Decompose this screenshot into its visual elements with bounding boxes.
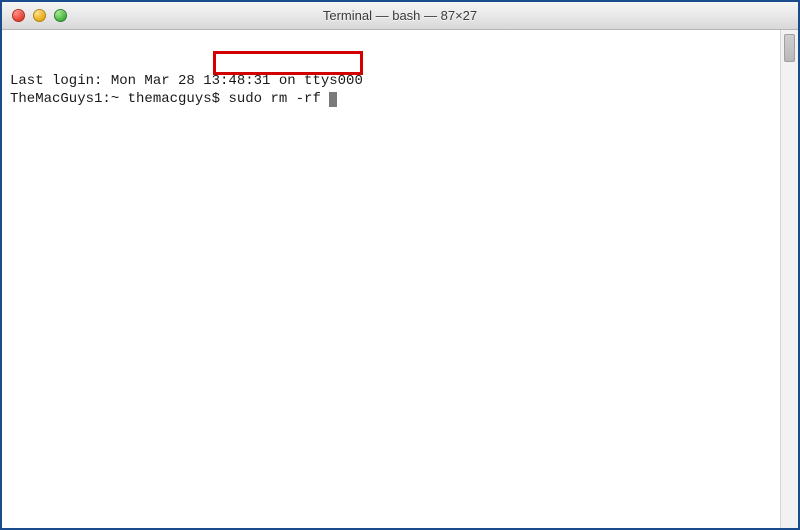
terminal-body[interactable]: Last login: Mon Mar 28 13:48:31 on ttys0… bbox=[2, 30, 780, 528]
terminal-prompt: TheMacGuys1:~ themacguys$ bbox=[10, 91, 228, 107]
close-icon[interactable] bbox=[12, 9, 25, 22]
traffic-lights bbox=[12, 9, 67, 22]
zoom-icon[interactable] bbox=[54, 9, 67, 22]
terminal-cursor-icon bbox=[329, 92, 337, 107]
terminal-prompt-line: TheMacGuys1:~ themacguys$ sudo rm -rf bbox=[10, 90, 772, 108]
window-titlebar: Terminal — bash — 87×27 bbox=[2, 2, 798, 30]
terminal-command: sudo rm -rf bbox=[228, 91, 329, 107]
vertical-scrollbar[interactable] bbox=[780, 30, 798, 528]
terminal-area: Last login: Mon Mar 28 13:48:31 on ttys0… bbox=[2, 30, 798, 528]
minimize-icon[interactable] bbox=[33, 9, 46, 22]
window-title: Terminal — bash — 87×27 bbox=[2, 8, 798, 23]
scroll-thumb[interactable] bbox=[784, 34, 795, 62]
terminal-line-last-login: Last login: Mon Mar 28 13:48:31 on ttys0… bbox=[10, 72, 772, 90]
